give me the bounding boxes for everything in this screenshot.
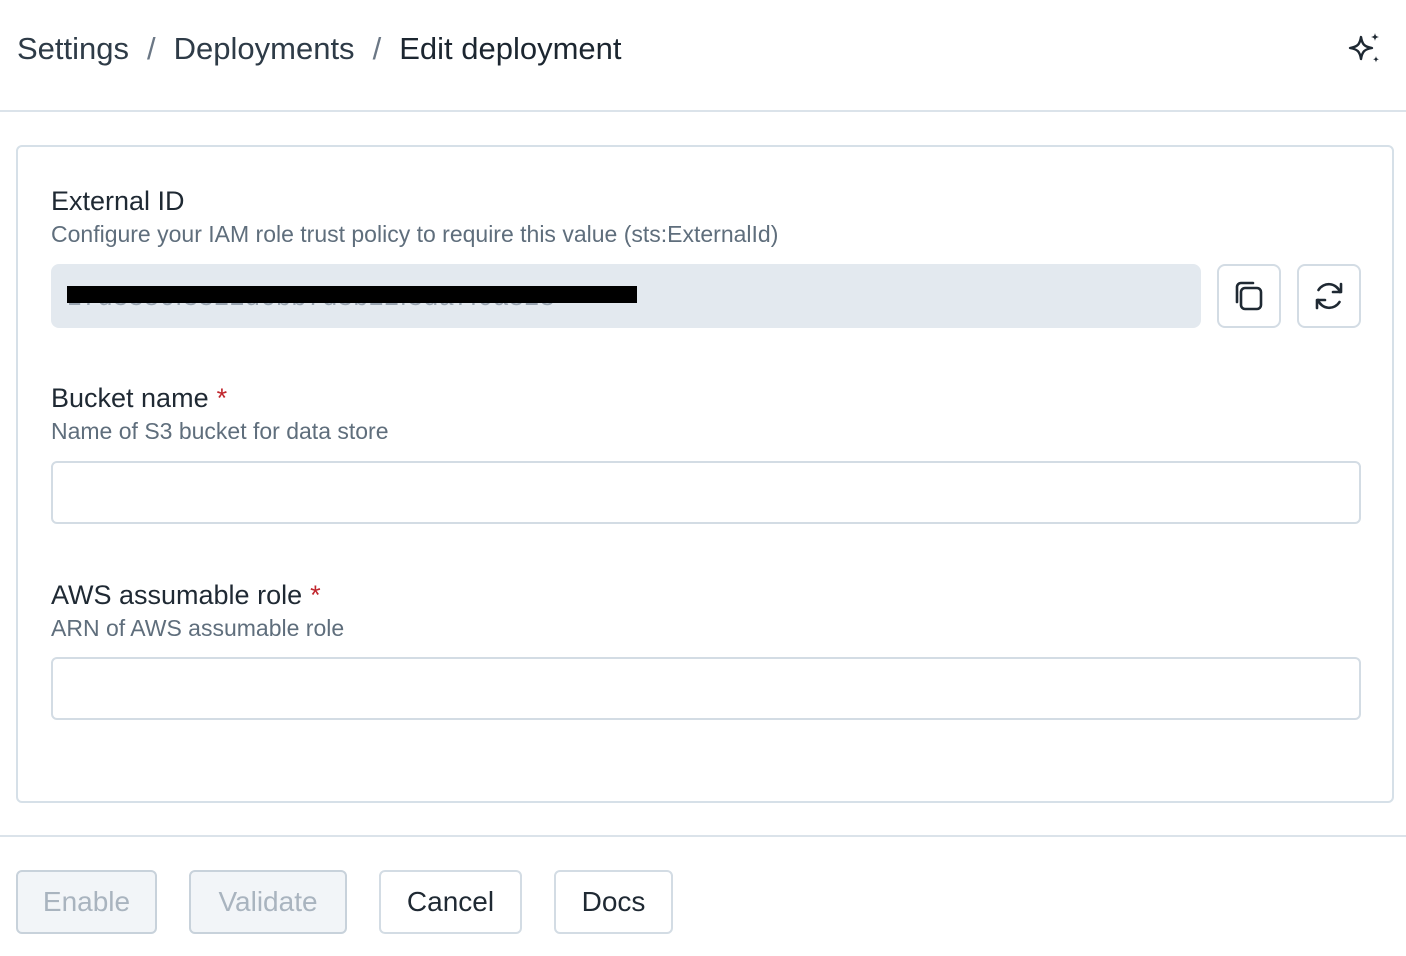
bucket-name-label: Bucket name * <box>51 381 227 415</box>
aws-role-help: ARN of AWS assumable role <box>51 615 345 641</box>
breadcrumb-settings-link[interactable]: Settings <box>17 28 129 70</box>
aws-role-input[interactable] <box>51 657 1361 720</box>
copy-external-id-button[interactable] <box>1217 264 1281 328</box>
required-marker: * <box>310 580 321 610</box>
bucket-name-input[interactable] <box>51 461 1361 524</box>
external-id-field: 17d3386f3322d6bb7d3b22f3da7f0a828 <box>51 264 1201 328</box>
breadcrumb-separator: / <box>372 31 382 66</box>
docs-button[interactable]: Docs <box>554 870 673 934</box>
deployment-form-panel: External ID Configure your IAM role trus… <box>16 145 1394 803</box>
sparkle-icon[interactable] <box>1346 30 1384 68</box>
breadcrumb-separator: / <box>147 31 156 66</box>
bucket-name-help: Name of S3 bucket for data store <box>51 418 389 444</box>
redaction-bar <box>67 286 637 303</box>
external-id-help: Configure your IAM role trust policy to … <box>51 221 779 247</box>
footer-divider <box>0 835 1406 837</box>
external-id-label: External ID <box>51 186 185 216</box>
validate-button[interactable]: Validate <box>189 870 347 934</box>
cancel-button[interactable]: Cancel <box>379 870 522 934</box>
breadcrumb-deployments-link[interactable]: Deployments <box>174 28 355 70</box>
page-title: Edit deployment <box>399 31 622 66</box>
aws-role-label-text: AWS assumable role <box>51 580 303 610</box>
copy-icon <box>1235 281 1263 311</box>
aws-role-label: AWS assumable role * <box>51 578 321 612</box>
enable-button[interactable]: Enable <box>16 870 157 934</box>
page-header: Settings / Deployments / Edit deployment <box>0 0 1406 112</box>
bucket-name-label-text: Bucket name <box>51 383 209 413</box>
breadcrumb: Settings / Deployments / Edit deployment <box>17 28 622 70</box>
refresh-icon <box>1315 282 1343 310</box>
regenerate-external-id-button[interactable] <box>1297 264 1361 328</box>
required-marker: * <box>216 383 228 413</box>
